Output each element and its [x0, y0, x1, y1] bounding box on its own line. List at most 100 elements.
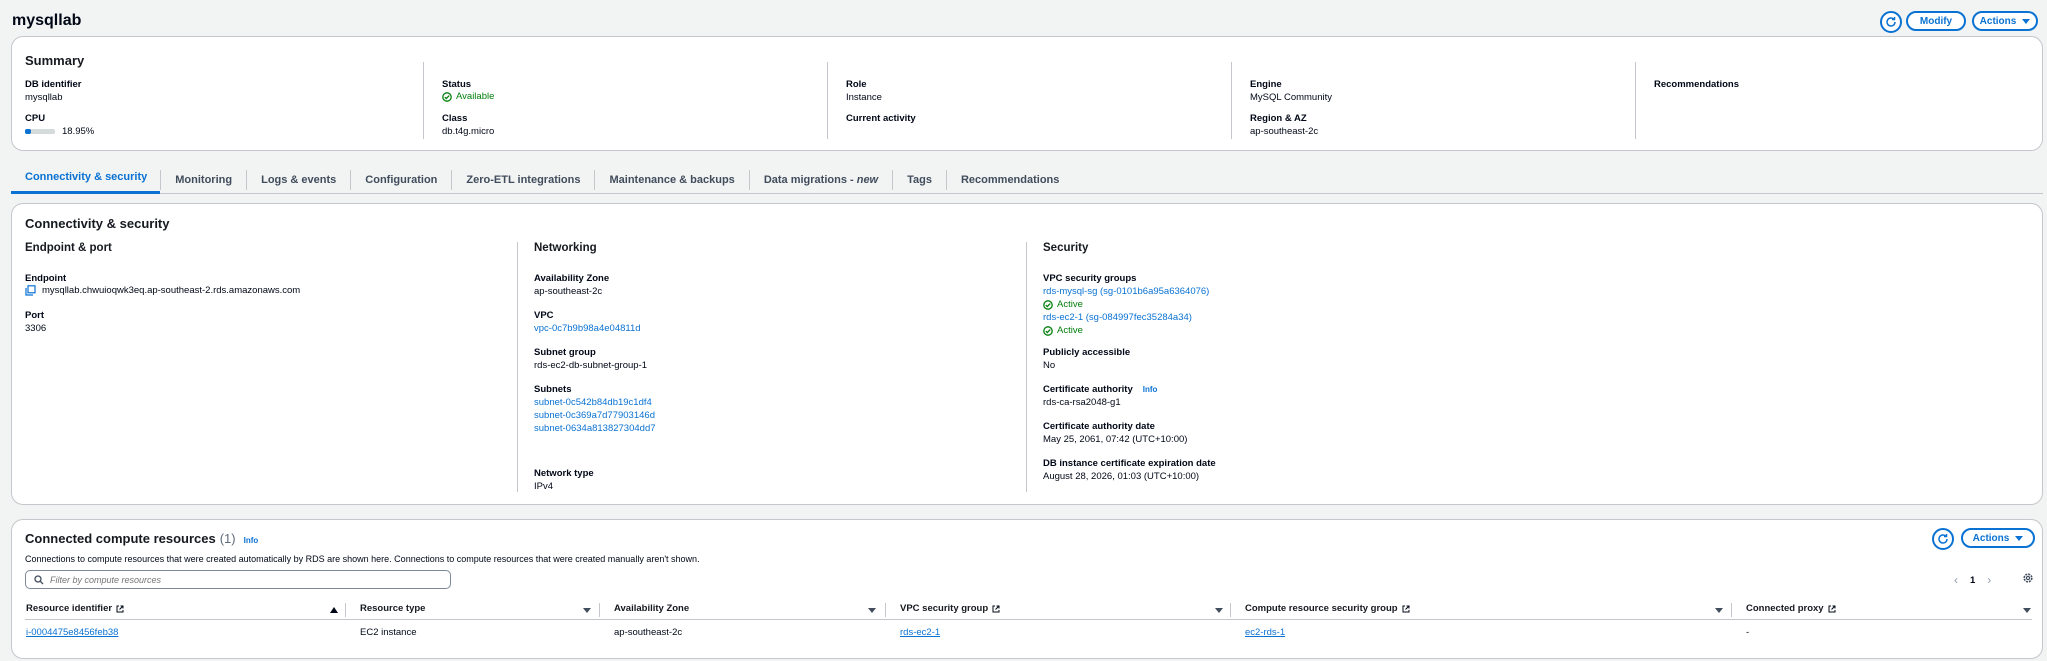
chevron-right-icon[interactable]: ›: [1987, 573, 1991, 587]
db-identifier-label: DB identifier: [25, 79, 82, 90]
summary-title: Summary: [25, 53, 85, 68]
security-heading: Security: [1043, 242, 1089, 254]
compute-count: (1): [219, 531, 236, 546]
sort-icon[interactable]: [1715, 608, 1723, 613]
sort-icon[interactable]: [868, 608, 876, 613]
resource-id-link[interactable]: i-0004475e8456feb38: [26, 627, 118, 638]
settings-icon[interactable]: [2022, 572, 2034, 587]
sort-icon[interactable]: [2023, 608, 2031, 613]
az-value: ap-southeast-2c: [534, 286, 603, 297]
sg1-status-text: Active: [1057, 299, 1083, 310]
endpoint-port-heading: Endpoint & port: [25, 242, 112, 254]
subnet-link[interactable]: subnet-0c542b84db19c1df4: [534, 397, 652, 408]
status-text: Available: [456, 91, 495, 102]
compute-search[interactable]: [25, 570, 451, 589]
header-actions-button[interactable]: Actions: [1972, 11, 2038, 31]
external-link-icon: [1402, 605, 1410, 612]
tab-logs-events[interactable]: Logs & events: [247, 174, 350, 186]
region-value: ap-southeast-2c: [1250, 126, 1319, 137]
tab-zero-etl[interactable]: Zero-ETL integrations: [452, 174, 594, 186]
sort-icon[interactable]: [1215, 608, 1223, 613]
class-label: Class: [442, 113, 468, 124]
engine-label: Engine: [1250, 79, 1282, 90]
compute-info-link[interactable]: Info: [244, 536, 259, 545]
col-resource-type[interactable]: Resource type: [360, 603, 425, 614]
col-connected-proxy[interactable]: Connected proxy: [1746, 603, 1836, 614]
refresh-button[interactable]: [1880, 11, 1902, 33]
compute-sg-link[interactable]: ec2-rds-1: [1245, 627, 1285, 638]
col-resource-identifier[interactable]: Resource identifier: [26, 603, 124, 614]
sg2-status-text: Active: [1057, 325, 1083, 336]
tab-data-migrations[interactable]: Data migrations - new: [750, 174, 892, 186]
subnet-link[interactable]: subnet-0634a813827304dd7: [534, 423, 656, 434]
class-value: db.t4g.micro: [442, 126, 495, 137]
endpoint-value: mysqllab.chwuioqwk3eq.ap-southeast-2.rds…: [42, 285, 301, 296]
public-label: Publicly accessible: [1043, 347, 1131, 358]
tab-recommendations[interactable]: Recommendations: [947, 174, 1073, 186]
ca-info-link[interactable]: Info: [1143, 385, 1158, 394]
sg2-status: Active: [1043, 325, 1083, 336]
external-link-icon: [1828, 605, 1836, 612]
page-title: mysqllab: [12, 12, 82, 29]
col-compute-security-group[interactable]: Compute resource security group: [1245, 603, 1410, 614]
network-type-label: Network type: [534, 468, 594, 479]
compute-title: Connected compute resources: [25, 531, 216, 546]
tab-bar: Connectivity & security Monitoring Logs …: [11, 166, 2043, 194]
sg1-status: Active: [1043, 299, 1083, 310]
table-row: i-0004475e8456feb38 EC2 instance ap-sout…: [25, 621, 2032, 643]
sort-ascending-icon[interactable]: [330, 607, 338, 613]
col-resource-identifier-label: Resource identifier: [26, 603, 113, 614]
sort-icon[interactable]: [583, 608, 591, 613]
compute-panel: Connected compute resources (1) Info Con…: [11, 519, 2043, 659]
col-vpc-security-group-label: VPC security group: [900, 603, 989, 614]
vpc-link[interactable]: vpc-0c7b9b98a4e04811d: [534, 323, 641, 334]
header-actions-label: Actions: [1979, 15, 2017, 27]
col-connected-proxy-label: Connected proxy: [1746, 603, 1824, 614]
port-value: 3306: [25, 323, 47, 334]
endpoint-label: Endpoint: [25, 273, 67, 284]
ca-date-label: Certificate authority date: [1043, 421, 1155, 432]
engine-value: MySQL Community: [1250, 92, 1332, 103]
connectivity-title: Connectivity & security: [25, 216, 170, 231]
security-group-link[interactable]: rds-ec2-1 (sg-084997fec35284a34): [1043, 312, 1192, 323]
tab-maintenance-backups[interactable]: Maintenance & backups: [595, 174, 748, 186]
ca-date-value: May 25, 2061, 07:42 (UTC+10:00): [1043, 434, 1188, 445]
role-value: Instance: [846, 92, 882, 103]
tab-configuration[interactable]: Configuration: [351, 174, 451, 186]
page-number[interactable]: 1: [1970, 575, 1975, 586]
col-vpc-security-group[interactable]: VPC security group: [900, 603, 1000, 614]
search-icon: [34, 574, 44, 584]
security-group-link[interactable]: rds-mysql-sg (sg-0101b6a95a6364076): [1043, 286, 1209, 297]
summary-panel: Summary DB identifier mysqllab CPU 18.95…: [11, 36, 2043, 151]
subnet-link[interactable]: subnet-0c369a7d77903146d: [534, 410, 655, 421]
modify-button[interactable]: Modify: [1906, 11, 1966, 31]
endpoint-row: mysqllab.chwuioqwk3eq.ap-southeast-2.rds…: [25, 285, 300, 296]
compute-actions-label: Actions: [1972, 532, 2010, 544]
check-circle-icon: [1043, 325, 1053, 336]
vpc-sg-label: VPC security groups: [1043, 273, 1137, 284]
current-activity-label: Current activity: [846, 113, 916, 124]
cpu-progress-bar: [25, 129, 55, 134]
status-value: Available: [442, 91, 494, 102]
tab-monitoring[interactable]: Monitoring: [161, 174, 246, 186]
refresh-icon: [1886, 17, 1896, 27]
port-label: Port: [25, 310, 44, 321]
vpc-sg-link[interactable]: rds-ec2-1: [900, 627, 940, 638]
chevron-left-icon[interactable]: ‹: [1954, 573, 1958, 587]
connected-proxy-cell: -: [1746, 627, 1750, 638]
az-label: Availability Zone: [534, 273, 610, 284]
copy-icon[interactable]: [25, 285, 36, 296]
cpu-value: 18.95%: [62, 126, 95, 137]
tab-tags[interactable]: Tags: [893, 174, 946, 186]
ca-label: Certificate authority: [1043, 384, 1133, 395]
col-availability-zone[interactable]: Availability Zone: [614, 603, 689, 614]
vpc-label: VPC: [534, 310, 554, 321]
tab-connectivity-security[interactable]: Connectivity & security: [11, 166, 161, 194]
table-header: Resource identifier Resource type Availa…: [25, 600, 2032, 620]
external-link-icon: [992, 605, 1000, 612]
compute-actions-button[interactable]: Actions: [1961, 528, 2035, 548]
compute-refresh-button[interactable]: [1932, 528, 1954, 550]
subnet-group-value: rds-ec2-db-subnet-group-1: [534, 360, 648, 371]
availability-zone-cell: ap-southeast-2c: [614, 627, 683, 638]
compute-search-input[interactable]: [50, 574, 440, 585]
